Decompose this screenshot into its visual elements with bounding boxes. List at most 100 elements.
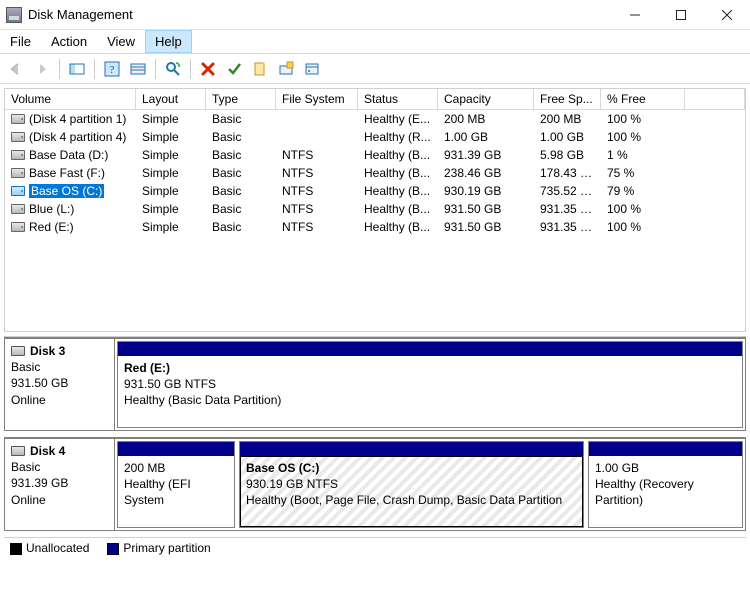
volume-capacity: 200 MB xyxy=(438,112,534,126)
menu-help[interactable]: Help xyxy=(145,30,192,53)
col-layout[interactable]: Layout xyxy=(136,89,206,109)
maximize-button[interactable] xyxy=(658,0,704,30)
col-status[interactable]: Status xyxy=(358,89,438,109)
delete-icon xyxy=(200,61,216,77)
properties-button[interactable] xyxy=(300,57,324,81)
disk-icon xyxy=(11,446,25,456)
volume-type: Basic xyxy=(206,202,276,216)
drive-icon xyxy=(11,186,25,196)
menu-file[interactable]: File xyxy=(0,30,41,53)
volume-row[interactable]: Base Data (D:)SimpleBasicNTFSHealthy (B.… xyxy=(5,146,745,164)
disk-icon xyxy=(11,346,25,356)
volume-pct: 75 % xyxy=(601,166,685,180)
refresh-icon xyxy=(165,61,181,77)
partition[interactable]: Base OS (C:)930.19 GB NTFSHealthy (Boot,… xyxy=(239,441,584,528)
volume-layout: Simple xyxy=(136,112,206,126)
col-capacity[interactable]: Capacity xyxy=(438,89,534,109)
partition[interactable]: Red (E:)931.50 GB NTFSHealthy (Basic Dat… xyxy=(117,341,743,428)
volume-capacity: 930.19 GB xyxy=(438,184,534,198)
volume-free: 931.35 GB xyxy=(534,220,601,234)
partition-body: Red (E:)931.50 GB NTFSHealthy (Basic Dat… xyxy=(118,356,742,427)
approve-button[interactable] xyxy=(222,57,246,81)
volume-layout: Simple xyxy=(136,130,206,144)
help-button[interactable]: ? xyxy=(100,57,124,81)
col-volume[interactable]: Volume xyxy=(5,89,136,109)
partition-size: 200 MB xyxy=(124,460,228,476)
partition[interactable]: 1.00 GBHealthy (Recovery Partition) xyxy=(588,441,743,528)
partition-color-bar xyxy=(589,442,742,456)
col-free[interactable]: Free Sp... xyxy=(534,89,601,109)
forward-button[interactable] xyxy=(30,57,54,81)
volume-name: Blue (L:) xyxy=(29,202,74,216)
partition-color-bar xyxy=(118,342,742,356)
col-filesystem[interactable]: File System xyxy=(276,89,358,109)
swatch-unallocated xyxy=(10,543,22,555)
drive-icon xyxy=(11,204,25,214)
disk-graphical-view[interactable]: Disk 3Basic931.50 GBOnlineRed (E:)931.50… xyxy=(4,336,746,531)
settings-button[interactable] xyxy=(126,57,150,81)
volume-pct: 100 % xyxy=(601,112,685,126)
check-icon xyxy=(226,61,242,77)
disk-info: Disk 3Basic931.50 GBOnline xyxy=(5,339,115,430)
volume-list[interactable]: Volume Layout Type File System Status Ca… xyxy=(4,88,746,332)
new-button[interactable] xyxy=(248,57,272,81)
maximize-icon xyxy=(676,10,686,20)
volume-free: 178.43 GB xyxy=(534,166,601,180)
volume-capacity: 931.50 GB xyxy=(438,202,534,216)
disk-row[interactable]: Disk 4Basic931.39 GBOnline200 MBHealthy … xyxy=(4,437,746,531)
menu-view[interactable]: View xyxy=(97,30,145,53)
volume-row[interactable]: (Disk 4 partition 4)SimpleBasicHealthy (… xyxy=(5,128,745,146)
titlebar: Disk Management xyxy=(0,0,750,30)
partition-title: Base OS (C:) xyxy=(246,460,577,476)
drive-icon xyxy=(11,222,25,232)
drive-icon xyxy=(11,168,25,178)
col-extra[interactable] xyxy=(685,89,745,109)
disk-row[interactable]: Disk 3Basic931.50 GBOnlineRed (E:)931.50… xyxy=(4,337,746,431)
volume-pct: 100 % xyxy=(601,202,685,216)
volume-row[interactable]: Base OS (C:)SimpleBasicNTFSHealthy (B...… xyxy=(5,182,745,200)
drive-icon xyxy=(11,132,25,142)
minimize-button[interactable] xyxy=(612,0,658,30)
settings-icon xyxy=(130,61,146,77)
volume-row[interactable]: (Disk 4 partition 1)SimpleBasicHealthy (… xyxy=(5,110,745,128)
partition-status: Healthy (Boot, Page File, Crash Dump, Ba… xyxy=(246,492,577,508)
volume-status: Healthy (E... xyxy=(358,112,438,126)
disk-size: 931.50 GB xyxy=(11,375,108,391)
close-button[interactable] xyxy=(704,0,750,30)
volume-pct: 79 % xyxy=(601,184,685,198)
refresh-button[interactable] xyxy=(161,57,185,81)
toolbar-separator xyxy=(94,59,95,79)
volume-status: Healthy (B... xyxy=(358,166,438,180)
menu-action[interactable]: Action xyxy=(41,30,97,53)
partition-body: 200 MBHealthy (EFI System xyxy=(118,456,234,527)
help-icon: ? xyxy=(104,61,120,77)
partition[interactable]: 200 MBHealthy (EFI System xyxy=(117,441,235,528)
volume-name: Base OS (C:) xyxy=(29,184,104,198)
app-icon xyxy=(6,7,22,23)
show-hide-tree-button[interactable] xyxy=(65,57,89,81)
volume-free: 200 MB xyxy=(534,112,601,126)
partition-size: 1.00 GB xyxy=(595,460,736,476)
volume-type: Basic xyxy=(206,130,276,144)
col-type[interactable]: Type xyxy=(206,89,276,109)
volume-name: Base Fast (F:) xyxy=(29,166,105,180)
volume-pct: 100 % xyxy=(601,220,685,234)
new-volume-button[interactable] xyxy=(274,57,298,81)
partition-size: 930.19 GB NTFS xyxy=(246,476,577,492)
legend-unallocated: Unallocated xyxy=(10,541,89,555)
volume-name: Red (E:) xyxy=(29,220,74,234)
volume-type: Basic xyxy=(206,112,276,126)
volume-row[interactable]: Red (E:)SimpleBasicNTFSHealthy (B...931.… xyxy=(5,218,745,236)
volume-filesystem: NTFS xyxy=(276,148,358,162)
close-icon xyxy=(722,10,732,20)
volume-row[interactable]: Base Fast (F:)SimpleBasicNTFSHealthy (B.… xyxy=(5,164,745,182)
volume-name: Base Data (D:) xyxy=(29,148,108,162)
back-button[interactable] xyxy=(4,57,28,81)
volume-layout: Simple xyxy=(136,202,206,216)
volume-row[interactable]: Blue (L:)SimpleBasicNTFSHealthy (B...931… xyxy=(5,200,745,218)
delete-button[interactable] xyxy=(196,57,220,81)
disk-size: 931.39 GB xyxy=(11,475,108,491)
col-pctfree[interactable]: % Free xyxy=(601,89,685,109)
volume-layout: Simple xyxy=(136,166,206,180)
volume-filesystem: NTFS xyxy=(276,202,358,216)
